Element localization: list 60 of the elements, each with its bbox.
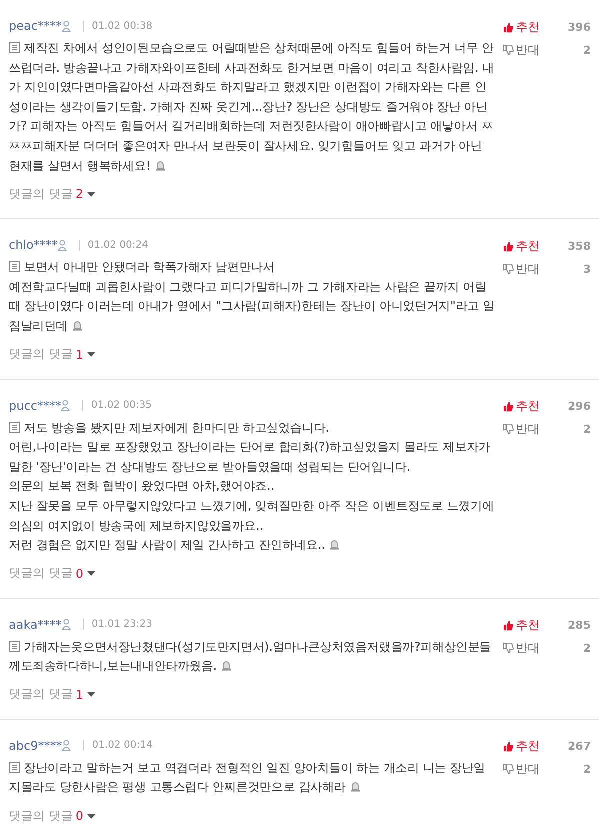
thumbs-up-icon — [503, 22, 514, 32]
dislike-button[interactable]: 반대 3 — [503, 259, 599, 280]
author-name[interactable]: pucc**** — [9, 398, 62, 413]
replies-toggle[interactable]: 댓글의 댓글 0 — [9, 564, 497, 584]
siren-icon[interactable] — [220, 660, 232, 672]
comment-date: 01.02 00:24 — [88, 240, 149, 251]
author-name[interactable]: aaka**** — [9, 618, 62, 632]
replies-toggle[interactable]: 댓글의 댓글 1 — [9, 684, 497, 705]
memo-icon — [9, 640, 20, 652]
user-icon — [62, 619, 71, 630]
thumbs-down-icon — [503, 764, 514, 776]
user-icon — [62, 740, 72, 752]
comment-text: 보면서 아내만 안됐더라 학폭가해자 남편만나서 예전학교다닐때 괴롭힌사람이 그랬다고 피디가말하니까 그 가해자라는 사람은 끝까지 어릴때 장난이였다 이러는데 아내가 옆에서 "그사람(피해자)한테는 장난이 아니었던거지"라고 일침날리던데 — [9, 259, 495, 335]
dislike-button[interactable]: 반대 2 — [503, 760, 599, 780]
thumbs-up-icon — [503, 741, 514, 752]
comment-text: 저도 방송을 봤지만 제보자에게 한마디만 하고싶었습니다. 어린,나이라는 말로 포장했었고 장난이라는 단어로 합리화(?)하고싶었을지 몰라도 제보자가 말한 '장난'이라는 건 상대방도 장난으로 받아들였을때 성립되는 단어입니다. 의문의 보복 전화 협박이 왔었다면 아차,했어야죠.. 지난 잘못을 모두 아무렇지않았다고 느꼈기에, 잊혀질만한 아주 작은 이벤트정도로 느꼈기에 의심의 여지없이 방송국에 제보하지않았을까요.. 저런 경험은 없지만 정말 사람이 제일 간사하고 잔인하네요.. — [9, 420, 495, 554]
like-button[interactable]: 추천 267 — [503, 736, 599, 757]
like-button[interactable]: 추천 296 — [503, 396, 599, 417]
memo-icon — [9, 422, 20, 433]
comment-text: 가해자는웃으면서장난쳤댄다(성기도만지면서).얼마나큰상처였음저랬을까?피해상인분들께도죄송하다하니,보는내내안타까웠음. — [9, 638, 492, 676]
comment-text: 장난이라고 말하는거 보고 역겹더라 전형적인 일진 양아치들이 하는 개소리 니는 장난일지몰라도 당한사람은 평생 고통스럽다 안찌른것만으로 감사해라 — [9, 760, 487, 796]
siren-icon[interactable] — [154, 160, 166, 171]
dislike-button[interactable]: 반대 2 — [503, 420, 599, 440]
comment-text: 제작진 차에서 성인이된모습으로도 어릴때받은 상처때문에 아직도 힘들어 하는거 너무 안쓰럽더라. 방송끝나고 가해자와이프한테 사과전화도 한거보면 마음이 여리고 착한사람임. 내가 지인이였다면마음같아선 사과전화도 하지말라고 했겠지만 이런점이 가해자와는 다른 인성이라는 생각이들기도함. 가해자 진짜 웃긴게...장난? 장난은 상대방도 즐거워야 장난 아닌가? 피해자는 아직도 힘들어서 길거리배회하는데 저런짓한사람이 애아빠랍시고 애낳아서 ㅉㅉㅉ피해자분 더더더 좋은여자 만나서 보란듯이 잘사세요. 잊기힘들어도 잊고 과거가 아닌 현재를 살면서 행복하세요! — [9, 40, 495, 175]
dislike-button[interactable]: 반대 2 — [503, 40, 599, 60]
memo-icon — [9, 762, 20, 773]
thumbs-down-icon — [503, 643, 514, 654]
replies-toggle[interactable]: 댓글의 댓글 1 — [9, 344, 497, 365]
comment-date: 01.02 00:35 — [91, 400, 152, 412]
comment-date: 01.02 00:14 — [92, 740, 153, 752]
caret-icon — [87, 192, 96, 197]
siren-icon[interactable] — [329, 539, 340, 550]
comment-date: 01.02 00:38 — [92, 20, 153, 32]
like-button[interactable]: 추천 396 — [503, 17, 599, 37]
author-name[interactable]: peac**** — [9, 19, 62, 33]
memo-icon — [9, 261, 20, 272]
like-button[interactable]: 추천 285 — [503, 616, 599, 636]
replies-toggle[interactable]: 댓글의 댓글 2 — [9, 184, 497, 204]
thumbs-down-icon — [503, 264, 514, 275]
thumbs-up-icon — [503, 240, 514, 252]
caret-icon — [87, 692, 96, 698]
caret-icon — [87, 814, 96, 819]
user-icon — [62, 20, 71, 32]
thumbs-down-icon — [503, 424, 514, 436]
memo-icon — [9, 42, 20, 53]
replies-toggle[interactable]: 댓글의 댓글 0 — [9, 806, 497, 826]
author-name[interactable]: chlo**** — [9, 238, 58, 252]
siren-icon[interactable] — [72, 320, 84, 331]
thumbs-up-icon — [503, 401, 514, 412]
caret-icon — [87, 571, 96, 576]
user-icon — [61, 400, 70, 412]
like-button[interactable]: 추천 358 — [503, 236, 599, 256]
comment-date: 01.01 23:23 — [92, 619, 152, 630]
thumbs-down-icon — [503, 44, 514, 56]
thumbs-up-icon — [503, 620, 514, 632]
siren-icon[interactable] — [350, 781, 361, 792]
author-name[interactable]: abc9**** — [9, 738, 62, 753]
caret-icon — [87, 352, 96, 358]
dislike-button[interactable]: 반대 2 — [503, 638, 599, 659]
user-icon — [58, 240, 67, 251]
